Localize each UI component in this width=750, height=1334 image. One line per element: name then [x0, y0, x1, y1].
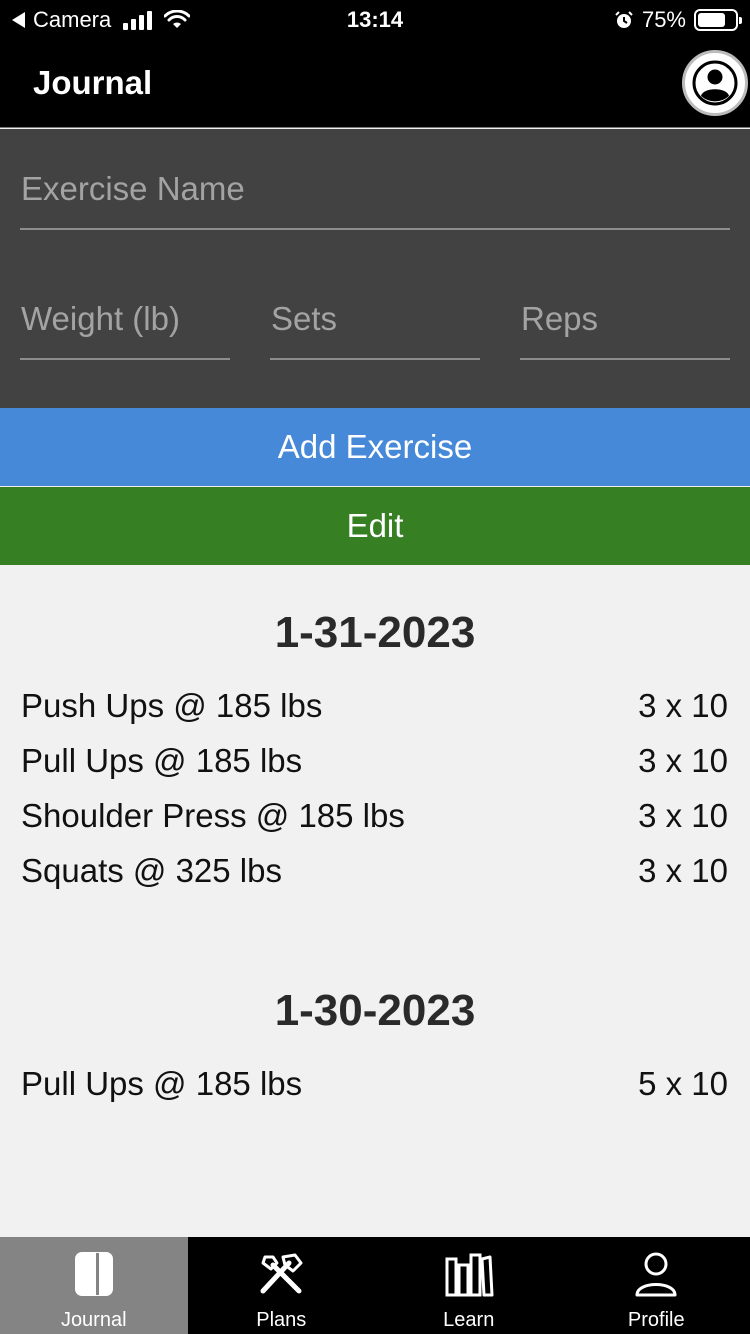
list-item[interactable]: Squats @ 325 lbs 3 x 10: [21, 852, 728, 890]
exercise-entry-sets-reps: 3 x 10: [638, 687, 728, 724]
exercise-entry-sets-reps: 3 x 10: [638, 742, 728, 779]
app-header: Journal: [0, 40, 750, 128]
sets-placeholder: Sets: [271, 300, 338, 337]
exercise-name-placeholder: Exercise Name: [21, 170, 245, 207]
sets-input[interactable]: Sets: [270, 259, 480, 360]
exercise-entry-name: Push Ups @ 185 lbs: [21, 687, 323, 724]
status-right: 75%: [614, 7, 742, 33]
add-exercise-button[interactable]: Add Exercise: [0, 408, 750, 486]
books-icon: [445, 1253, 494, 1297]
exercise-form: Exercise Name Weight (lb) Sets Reps: [0, 129, 750, 408]
tab-profile[interactable]: Profile: [563, 1237, 750, 1334]
exercise-entry-name: Shoulder Press @ 185 lbs: [21, 797, 405, 834]
exercise-name-input[interactable]: Exercise Name: [20, 129, 730, 230]
list-item[interactable]: Push Ups @ 185 lbs 3 x 10: [21, 687, 728, 725]
account-avatar-button[interactable]: [682, 50, 748, 116]
list-item[interactable]: Shoulder Press @ 185 lbs 3 x 10: [21, 797, 728, 835]
day-date-heading: 1-31-2023: [274, 608, 476, 657]
exercise-entry-name: Pull Ups @ 185 lbs: [21, 742, 303, 779]
exercise-entry-name: Pull Ups @ 185 lbs: [21, 1065, 303, 1102]
user-circle-icon: [692, 60, 738, 106]
weight-input[interactable]: Weight (lb): [20, 259, 230, 360]
exercise-entry-sets-reps: 3 x 10: [638, 852, 728, 889]
tab-bar: Journal Plans Learn Profile: [0, 1237, 750, 1334]
tab-label: Profile: [627, 1309, 685, 1331]
exercise-entry-sets-reps: 3 x 10: [638, 797, 728, 834]
battery-percent: 75%: [641, 7, 686, 32]
exercise-entry-name: Squats @ 325 lbs: [21, 852, 282, 889]
reps-placeholder: Reps: [521, 300, 599, 337]
day-date-heading: 1-30-2023: [274, 986, 476, 1035]
person-icon: [635, 1252, 677, 1297]
edit-button[interactable]: Edit: [0, 487, 750, 565]
tab-plans[interactable]: Plans: [188, 1237, 376, 1334]
alarm-icon: [615, 11, 633, 28]
weight-placeholder: Weight (lb): [21, 300, 180, 337]
list-item[interactable]: Pull Ups @ 185 lbs 3 x 10: [21, 742, 728, 780]
tab-learn[interactable]: Learn: [375, 1237, 563, 1334]
tab-label: Plans: [256, 1309, 307, 1331]
status-bar: Camera 13:14 75%: [0, 0, 750, 40]
tools-icon: [260, 1253, 303, 1294]
list-item[interactable]: Pull Ups @ 185 lbs 5 x 10: [21, 1065, 728, 1103]
page-title: Journal: [33, 64, 153, 101]
tab-label: Learn: [443, 1309, 495, 1331]
tab-journal[interactable]: Journal: [0, 1237, 188, 1334]
battery-icon: [694, 9, 742, 31]
exercise-entry-sets-reps: 5 x 10: [638, 1065, 728, 1102]
reps-input[interactable]: Reps: [520, 259, 730, 360]
journal-icon: [74, 1252, 113, 1296]
tab-label: Journal: [60, 1309, 127, 1331]
